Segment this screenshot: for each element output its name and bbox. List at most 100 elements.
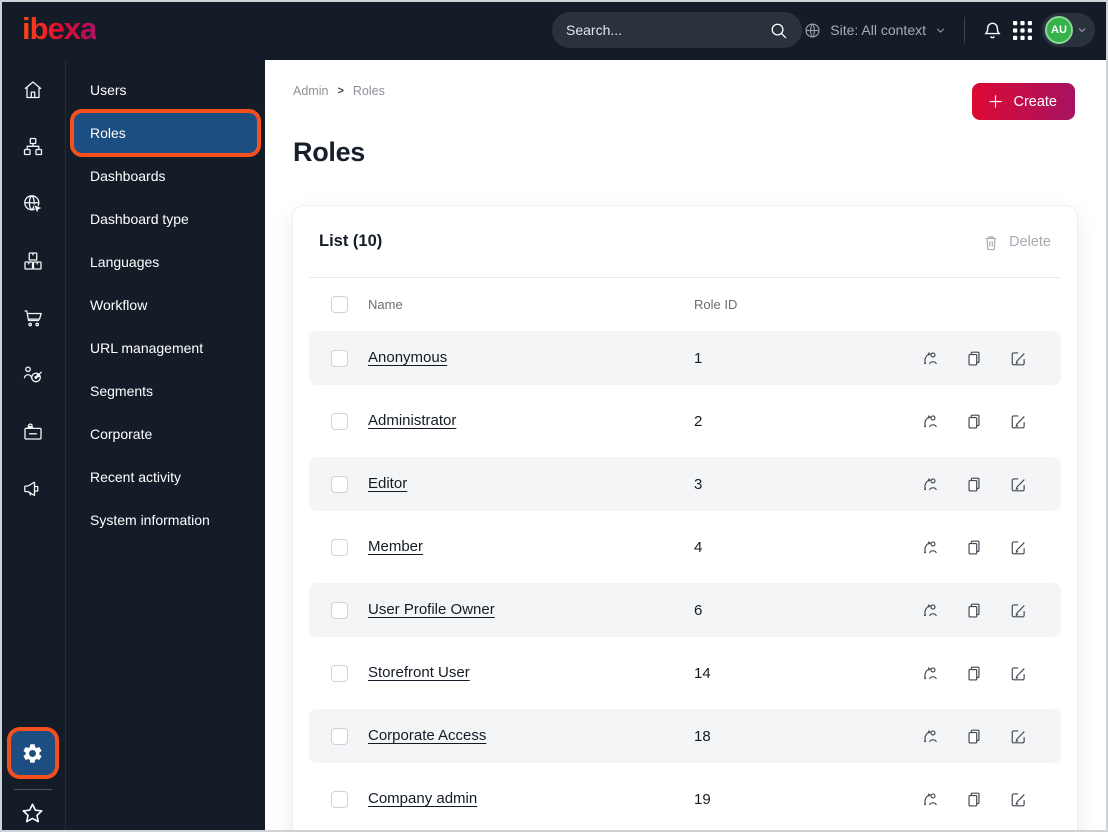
sidebar-item-0[interactable]: Users	[74, 70, 257, 110]
breadcrumb-admin[interactable]: Admin	[293, 84, 328, 98]
assign-user-icon[interactable]	[921, 349, 939, 367]
home-icon[interactable]	[21, 78, 45, 102]
edit-icon[interactable]	[1009, 475, 1027, 493]
sidebar-item-label: Workflow	[90, 297, 148, 313]
role-id-value: 6	[694, 601, 703, 619]
site-globe-cursor-icon[interactable]	[21, 192, 45, 216]
rail-divider	[13, 789, 52, 790]
assign-user-icon[interactable]	[921, 664, 939, 682]
sidebar-item-label: Dashboard type	[90, 211, 189, 227]
create-button[interactable]: Create	[972, 83, 1075, 120]
role-name-link[interactable]: Member	[368, 538, 423, 555]
assign-user-icon[interactable]	[921, 412, 939, 430]
row-checkbox[interactable]	[331, 349, 348, 367]
chevron-down-icon	[936, 28, 945, 33]
sidebar-item-label: URL management	[90, 340, 204, 356]
role-id-value: 14	[694, 664, 711, 682]
role-id-value: 3	[694, 475, 703, 493]
content-structure-icon[interactable]	[21, 135, 45, 159]
topbar: ibexa Site: All context	[0, 0, 1108, 60]
admin-menu: Users Roles Dashboards Dashboard type La…	[66, 60, 265, 832]
row-checkbox[interactable]	[331, 727, 348, 745]
admin-settings-button[interactable]	[10, 731, 55, 775]
globe-icon	[805, 22, 820, 38]
assign-user-icon[interactable]	[921, 727, 939, 745]
copy-icon[interactable]	[965, 790, 983, 808]
sidebar-item-10[interactable]: System information	[74, 500, 257, 540]
copy-icon[interactable]	[965, 601, 983, 619]
role-name-link[interactable]: Storefront User	[368, 664, 470, 681]
assign-user-icon[interactable]	[921, 538, 939, 556]
role-name-link[interactable]: Editor	[368, 475, 407, 492]
edit-icon[interactable]	[1009, 664, 1027, 682]
sidebar-item-9[interactable]: Recent activity	[74, 457, 257, 497]
role-id-value: 2	[694, 412, 703, 430]
sidebar-item-label: Segments	[90, 383, 154, 399]
notifications-bell-icon[interactable]	[982, 20, 1003, 41]
sidebar-item-1[interactable]: Roles	[74, 113, 257, 153]
site-context-label: Site: All context	[830, 22, 926, 38]
role-name-link[interactable]: Corporate Access	[368, 727, 486, 744]
marketing-megaphone-icon[interactable]	[21, 477, 45, 501]
edit-icon[interactable]	[1009, 601, 1027, 619]
app-grid-icon[interactable]	[1013, 20, 1032, 40]
sidebar-item-6[interactable]: URL management	[74, 328, 257, 368]
favorites-star-icon[interactable]	[19, 800, 46, 827]
ibexa-logo[interactable]: ibexa	[22, 12, 97, 46]
table-row-1: Administrator 2	[309, 394, 1061, 448]
list-title: List (10)	[319, 232, 383, 250]
assign-user-icon[interactable]	[921, 790, 939, 808]
search-icon[interactable]	[769, 21, 788, 40]
sidebar-item-7[interactable]: Segments	[74, 371, 257, 411]
commerce-cart-icon[interactable]	[21, 306, 45, 330]
sidebar-item-8[interactable]: Corporate	[74, 414, 257, 454]
sidebar-item-3[interactable]: Dashboard type	[74, 199, 257, 239]
edit-icon[interactable]	[1009, 727, 1027, 745]
sidebar-item-2[interactable]: Dashboards	[74, 156, 257, 196]
row-checkbox[interactable]	[331, 538, 348, 556]
role-name-link[interactable]: User Profile Owner	[368, 601, 495, 618]
role-name-link[interactable]: Anonymous	[368, 349, 447, 366]
assign-user-icon[interactable]	[921, 475, 939, 493]
chevron-down-icon	[1078, 28, 1086, 33]
role-id-value: 19	[694, 790, 711, 808]
row-checkbox[interactable]	[331, 475, 348, 493]
edit-icon[interactable]	[1009, 790, 1027, 808]
select-all-checkbox[interactable]	[331, 296, 348, 313]
row-checkbox[interactable]	[331, 412, 348, 430]
breadcrumb-separator: >	[337, 85, 344, 97]
assign-user-icon[interactable]	[921, 601, 939, 619]
role-name-link[interactable]: Administrator	[368, 412, 456, 429]
sidebar-item-label: Dashboards	[90, 168, 166, 184]
sidebar-item-label: Languages	[90, 254, 160, 270]
row-checkbox[interactable]	[331, 601, 348, 619]
copy-icon[interactable]	[965, 538, 983, 556]
breadcrumb-roles[interactable]: Roles	[353, 84, 385, 98]
product-catalog-icon[interactable]	[21, 249, 45, 273]
copy-icon[interactable]	[965, 349, 983, 367]
edit-icon[interactable]	[1009, 412, 1027, 430]
table-row-0: Anonymous 1	[309, 331, 1061, 385]
roles-list-card: List (10) Delete Name Role ID Anonymous …	[292, 205, 1078, 832]
edit-icon[interactable]	[1009, 349, 1027, 367]
delete-button[interactable]: Delete	[982, 233, 1051, 251]
sidebar-item-5[interactable]: Workflow	[74, 285, 257, 325]
role-name-link[interactable]: Company admin	[368, 790, 477, 807]
row-checkbox[interactable]	[331, 790, 348, 808]
copy-icon[interactable]	[965, 412, 983, 430]
sidebar-item-4[interactable]: Languages	[74, 242, 257, 282]
column-header-name: Name	[368, 297, 403, 312]
search-input[interactable]	[566, 22, 769, 38]
copy-icon[interactable]	[965, 664, 983, 682]
copy-icon[interactable]	[965, 727, 983, 745]
user-menu[interactable]: AU	[1042, 13, 1095, 47]
table-row-5: Storefront User 14	[309, 646, 1061, 700]
personalization-target-icon[interactable]	[21, 363, 45, 387]
corporate-badge-icon[interactable]	[21, 420, 45, 444]
edit-icon[interactable]	[1009, 538, 1027, 556]
copy-icon[interactable]	[965, 475, 983, 493]
sidebar-item-label: Corporate	[90, 426, 153, 442]
row-checkbox[interactable]	[331, 664, 348, 682]
icon-rail	[0, 60, 66, 832]
site-context-selector[interactable]: Site: All context	[803, 21, 947, 40]
